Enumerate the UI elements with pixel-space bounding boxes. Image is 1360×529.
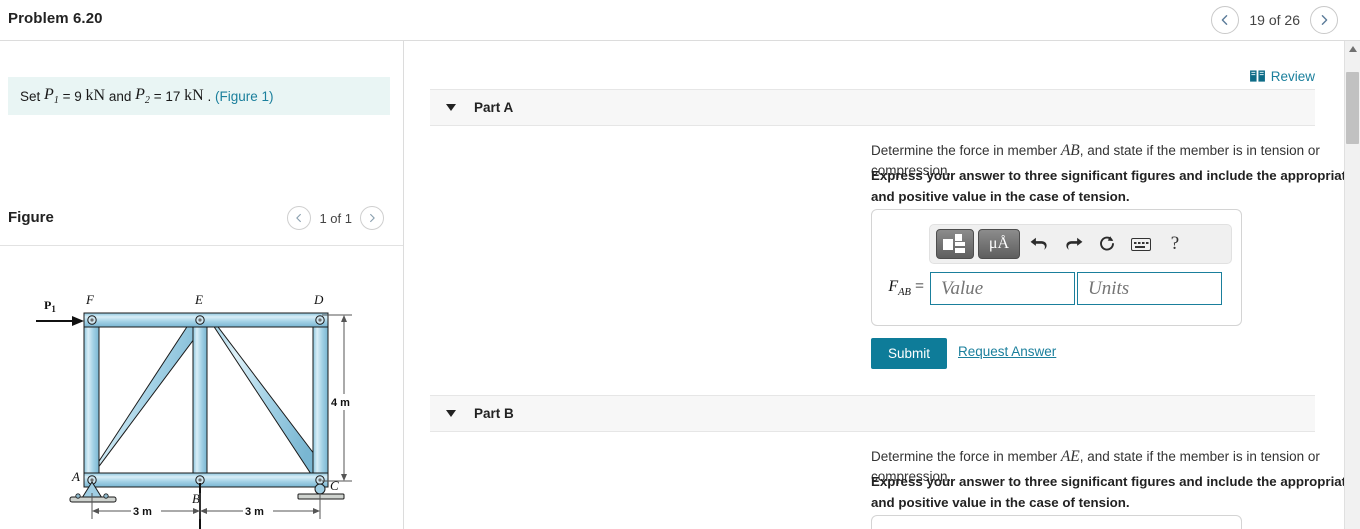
statement-p2-symbol: P2: [135, 85, 150, 107]
truss-member-FA: [83, 318, 100, 482]
chevron-right-icon: [1321, 15, 1328, 25]
statement-p1-symbol: P1: [44, 85, 59, 107]
math-template-icon: [943, 234, 967, 254]
part-b-answer-panel: [871, 515, 1242, 529]
chevron-left-icon: [296, 213, 302, 223]
redo-arrow-icon: [1065, 237, 1082, 250]
review-label: Review: [1270, 69, 1315, 84]
force-label-P1: P1: [44, 298, 56, 314]
keyboard-button[interactable]: [1126, 229, 1156, 259]
part-a-answer-label: FAB =: [888, 278, 924, 299]
part-a-answer-panel: μÅ ? FAB = Value Units: [871, 209, 1242, 326]
force-arrow-P1: P1: [36, 298, 84, 326]
part-b-label: Part B: [474, 406, 514, 421]
part-a-header[interactable]: Part A: [430, 89, 1315, 126]
part-a-submit-button[interactable]: Submit: [871, 338, 948, 369]
figure-link[interactable]: (Figure 1): [215, 89, 274, 104]
statement-period: .: [207, 88, 212, 104]
part-a-instruction: Express your answer to three significant…: [871, 168, 1360, 204]
truss-member-FED: [83, 312, 329, 328]
units-button-label: μÅ: [988, 235, 1010, 252]
prev-problem-button[interactable]: [1211, 6, 1240, 34]
statement-p2-units: kN: [184, 87, 204, 104]
page-title: Problem 6.20: [8, 10, 103, 27]
truss-diagram-svg: F E D A B C P1 P2: [36, 292, 360, 529]
node-label-B: B: [192, 491, 200, 506]
node-label-D: D: [313, 292, 324, 307]
dimension-height-label: 4 m: [331, 397, 350, 409]
keyboard-icon: [1131, 237, 1151, 251]
review-button[interactable]: Review: [1249, 69, 1315, 84]
part-a-answer-row: FAB =: [872, 272, 1241, 305]
part-a-math-toolbar: μÅ ?: [929, 224, 1232, 264]
figure-pager: 1 of 1: [287, 206, 384, 230]
node-label-F: F: [85, 292, 95, 307]
problem-pager: 19 of 26: [1211, 6, 1338, 34]
prev-figure-button[interactable]: [287, 206, 312, 230]
node-label-A: A: [71, 469, 80, 484]
question-mark-icon: ?: [1170, 233, 1180, 254]
caret-down-icon: [446, 410, 456, 417]
part-a-label: Part A: [474, 100, 514, 115]
units-button[interactable]: μÅ: [978, 229, 1020, 259]
right-panel: Review Part A Determine the force in mem…: [405, 41, 1360, 529]
statement-set-word: Set: [20, 88, 41, 104]
part-a-request-answer-link[interactable]: Request Answer: [958, 344, 1056, 359]
undo-button[interactable]: [1024, 229, 1054, 259]
redo-button[interactable]: [1058, 229, 1088, 259]
math-template-button[interactable]: [936, 229, 974, 259]
problem-pager-label: 19 of 26: [1249, 12, 1300, 28]
statement-and-word: and: [108, 88, 132, 104]
caret-down-icon: [446, 104, 456, 111]
truss-member-EB: [192, 318, 208, 482]
vertical-scrollbar[interactable]: [1344, 41, 1360, 529]
statement-eq-1: =: [62, 88, 71, 104]
reset-circular-arrow-icon: [1100, 236, 1114, 251]
truss-figure: F E D A B C P1 P2: [0, 251, 403, 529]
scroll-up-arrow-icon[interactable]: [1349, 46, 1357, 52]
scrollbar-thumb[interactable]: [1346, 72, 1359, 144]
book-icon: [1249, 70, 1265, 82]
dimension-spans: [91, 493, 321, 519]
chevron-right-icon: [370, 213, 375, 223]
truss-member-ABC: [83, 472, 329, 488]
left-panel: Set P1 = 9 kN and P2 = 17 kN . (Figure 1…: [0, 41, 404, 529]
force-arrow-P2: P2: [199, 483, 201, 529]
chevron-left-icon: [1222, 15, 1228, 25]
figure-title: Figure: [8, 209, 54, 226]
part-b-instruction: Express your answer to three significant…: [871, 474, 1360, 510]
help-button[interactable]: ?: [1160, 229, 1190, 259]
statement-eq-2: =: [153, 88, 162, 104]
top-bar: Problem 6.20 19 of 26: [0, 0, 1360, 41]
statement-p1-value: 9: [74, 88, 82, 104]
dimension-span-left-label: 3 m: [133, 506, 152, 518]
figure-pager-label: 1 of 1: [319, 210, 352, 226]
undo-arrow-icon: [1030, 237, 1047, 250]
part-a-units-input[interactable]: [1077, 272, 1222, 305]
figure-header: Figure 1 of 1: [0, 201, 403, 246]
statement-p2-value: 17: [165, 88, 181, 104]
node-label-E: E: [194, 292, 203, 307]
next-problem-button[interactable]: [1310, 6, 1338, 34]
part-a-value-input[interactable]: [930, 272, 1075, 305]
reset-button[interactable]: [1092, 229, 1122, 259]
part-b-header[interactable]: Part B: [430, 395, 1315, 432]
truss-member-EC: [204, 312, 328, 481]
dimension-span-right-label: 3 m: [245, 506, 264, 518]
truss-member-AE: [85, 312, 207, 482]
problem-statement: Set P1 = 9 kN and P2 = 17 kN . (Figure 1…: [8, 77, 390, 115]
statement-p1-units: kN: [85, 87, 106, 104]
next-figure-button[interactable]: [360, 206, 384, 230]
truss-member-DC: [312, 318, 329, 482]
node-label-C: C: [330, 478, 339, 493]
